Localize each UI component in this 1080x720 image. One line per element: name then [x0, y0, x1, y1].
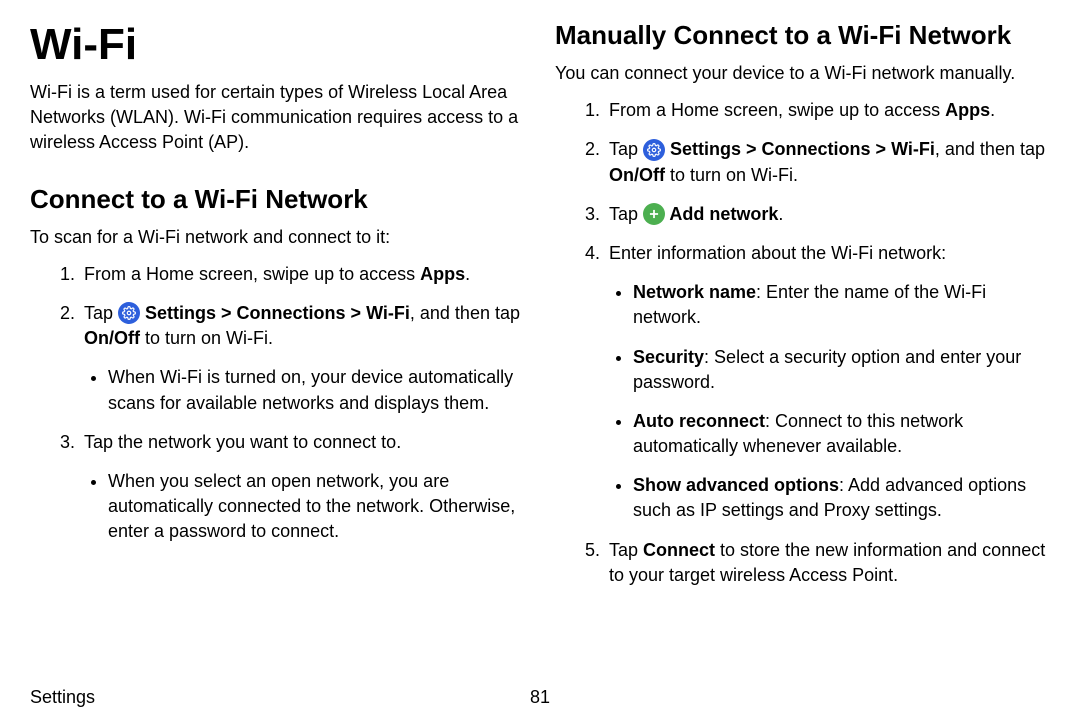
section-heading-manual: Manually Connect to a Wi-Fi Network	[555, 20, 1050, 51]
sub-bullets: When Wi-Fi is turned on, your device aut…	[84, 365, 525, 415]
bullet-item: Auto reconnect: Connect to this network …	[633, 409, 1050, 459]
bullet-item: Show advanced options: Add advanced opti…	[633, 473, 1050, 523]
section-heading-connect: Connect to a Wi-Fi Network	[30, 184, 525, 215]
settings-icon	[643, 139, 665, 161]
page-footer: Settings 81	[30, 687, 1050, 708]
section-b-lead: You can connect your device to a Wi-Fi n…	[555, 61, 1050, 86]
settings-icon	[118, 302, 140, 324]
step-item: Tap the network you want to connect to. …	[80, 430, 525, 545]
bullet-item: Security: Select a security option and e…	[633, 345, 1050, 395]
bullet-item: When Wi-Fi is turned on, your device aut…	[108, 365, 525, 415]
step-item: From a Home screen, swipe up to access A…	[80, 262, 525, 287]
step-item: Enter information about the Wi-Fi networ…	[605, 241, 1050, 524]
add-icon	[643, 203, 665, 225]
step-item: Tap Connect to store the new information…	[605, 538, 1050, 588]
footer-page-number: 81	[530, 687, 550, 708]
footer-section: Settings	[30, 687, 95, 708]
step-item: Tap Settings > Connections > Wi-Fi, and …	[605, 137, 1050, 187]
sub-bullets: When you select an open network, you are…	[84, 469, 525, 545]
step-item: Tap Add network.	[605, 202, 1050, 227]
section-b-steps: From a Home screen, swipe up to access A…	[555, 98, 1050, 588]
left-column: Wi-Fi Wi-Fi is a term used for certain t…	[30, 20, 525, 660]
page-title: Wi-Fi	[30, 20, 525, 70]
sub-bullets: Network name: Enter the name of the Wi-F…	[609, 280, 1050, 524]
right-column: Manually Connect to a Wi-Fi Network You …	[555, 20, 1050, 660]
section-a-steps: From a Home screen, swipe up to access A…	[30, 262, 525, 545]
step-item: From a Home screen, swipe up to access A…	[605, 98, 1050, 123]
intro-text: Wi-Fi is a term used for certain types o…	[30, 80, 525, 156]
bullet-item: When you select an open network, you are…	[108, 469, 525, 545]
bullet-item: Network name: Enter the name of the Wi-F…	[633, 280, 1050, 330]
step-item: Tap Settings > Connections > Wi-Fi, and …	[80, 301, 525, 416]
section-a-lead: To scan for a Wi-Fi network and connect …	[30, 225, 525, 250]
